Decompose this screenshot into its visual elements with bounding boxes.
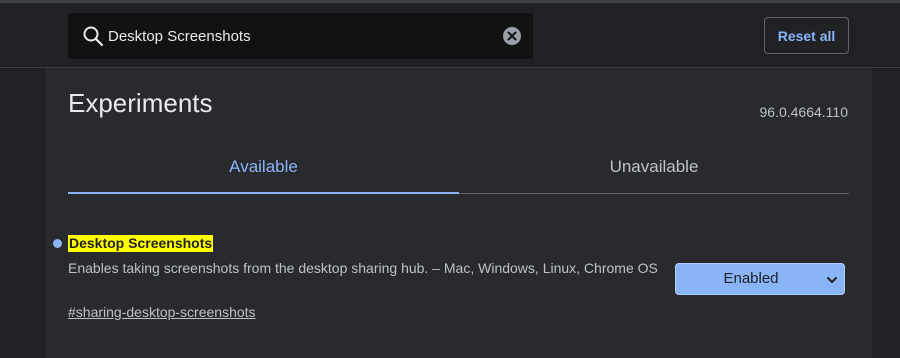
experiments-panel: Experiments 96.0.4664.110 Available Unav… [46, 68, 872, 358]
page-title: Experiments [68, 88, 213, 118]
dot-icon [53, 239, 62, 248]
active-tab-indicator [68, 192, 459, 194]
header-bar: Reset all [0, 3, 900, 67]
reset-all-button[interactable]: Reset all [764, 17, 849, 54]
experiment-state-select[interactable]: Enabled [675, 263, 845, 295]
version-label: 96.0.4664.110 [759, 104, 849, 120]
chevron-down-icon [826, 273, 838, 285]
experiment-permalink[interactable]: #sharing-desktop-screenshots [68, 304, 256, 320]
tab-unavailable[interactable]: Unavailable [459, 144, 849, 194]
search-icon [82, 25, 104, 47]
search-input[interactable] [108, 13, 488, 59]
search-box[interactable] [68, 13, 533, 59]
tab-available[interactable]: Available [68, 144, 459, 194]
select-value: Enabled [723, 270, 779, 287]
experiment-description: Enables taking screenshots from the desk… [68, 260, 658, 276]
clear-icon[interactable] [502, 26, 522, 46]
experiment-title: Desktop Screenshots [68, 235, 214, 252]
